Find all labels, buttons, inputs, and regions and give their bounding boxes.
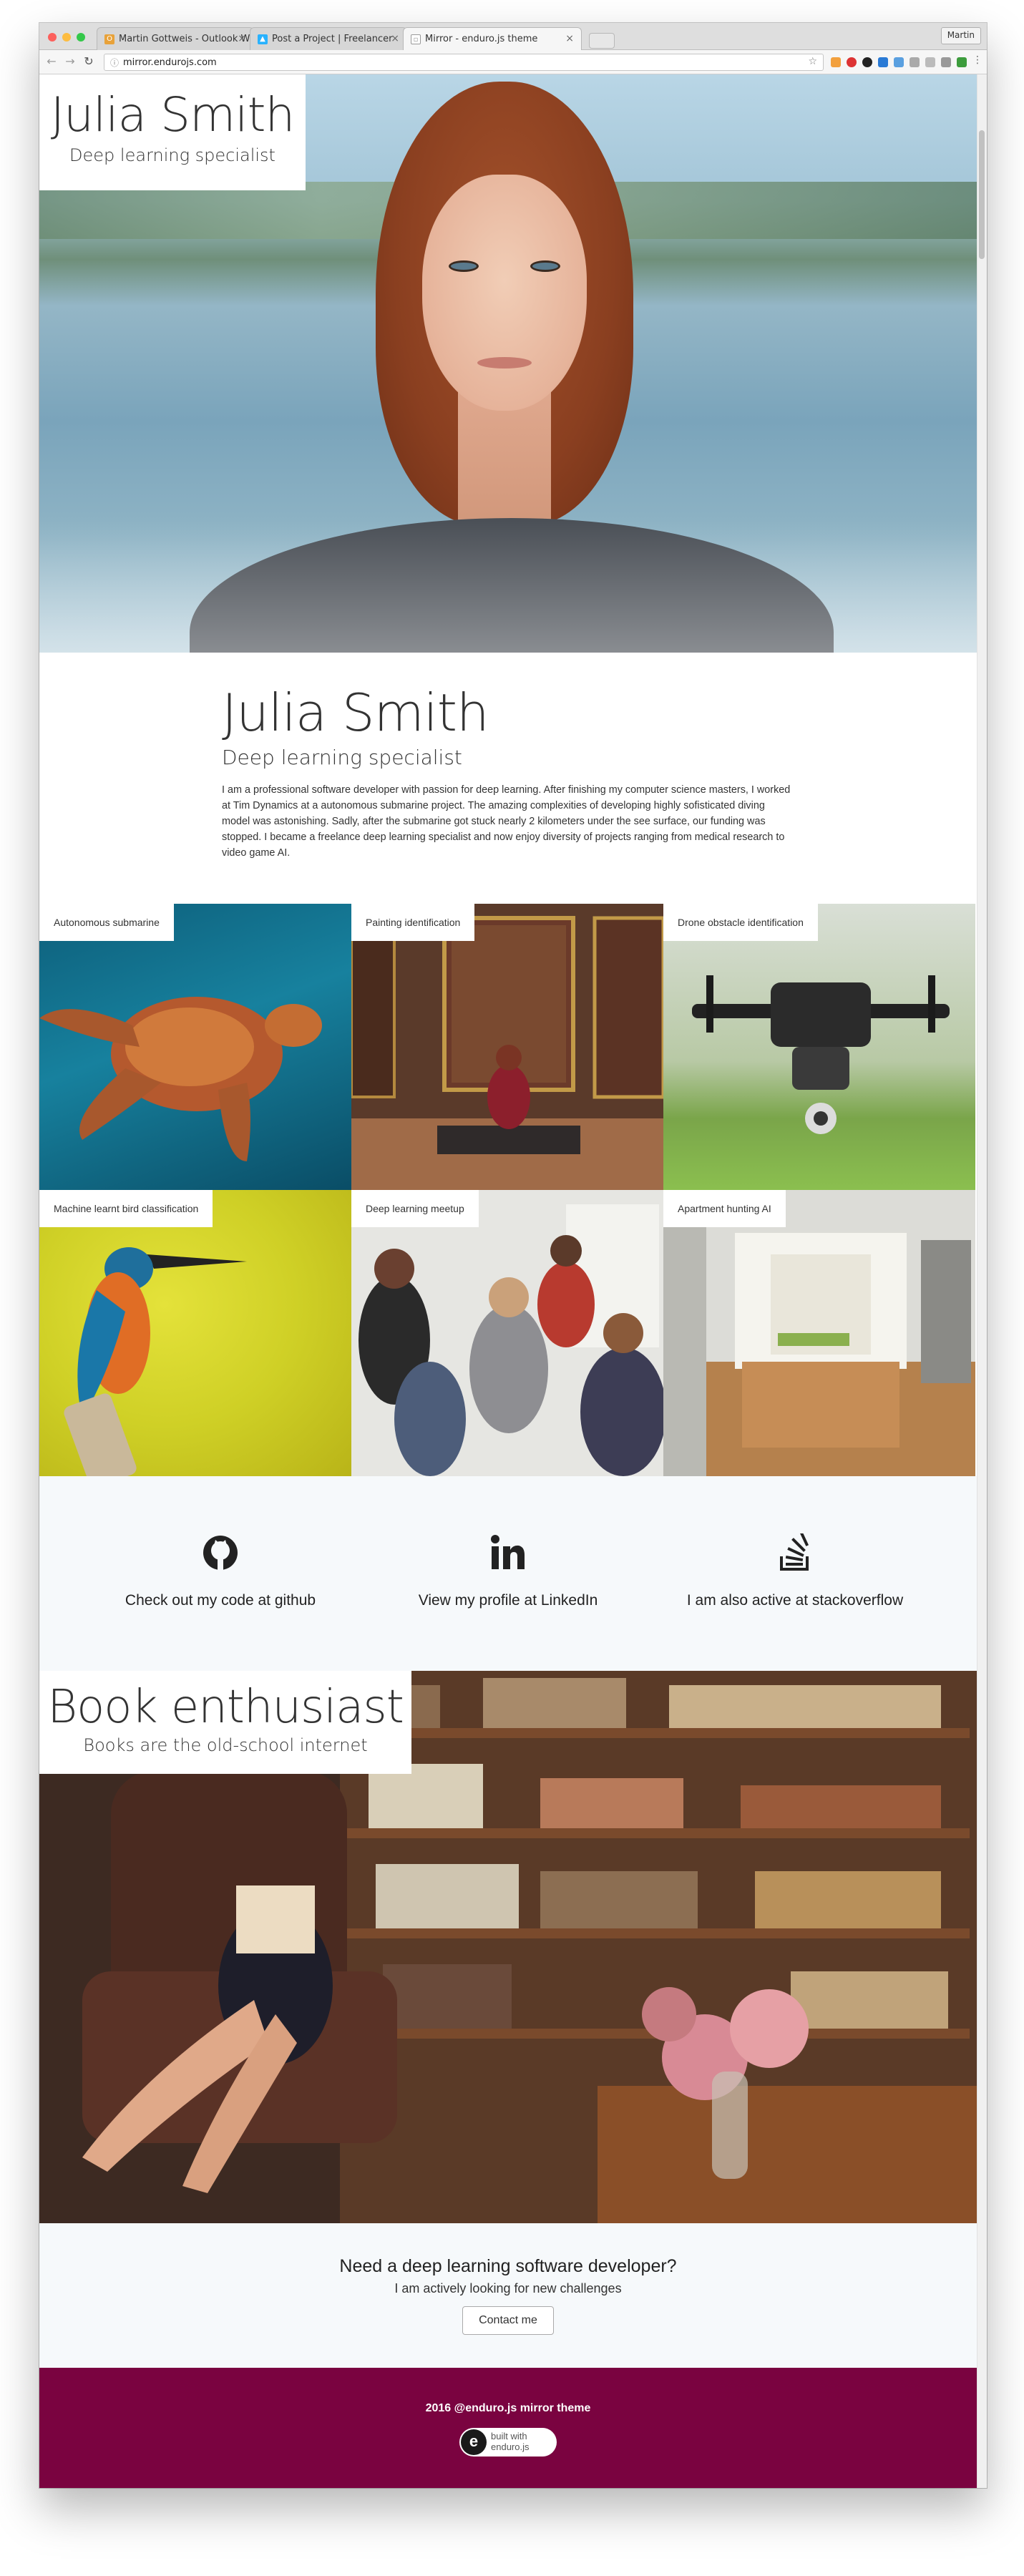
contact-section: Need a deep learning software developer?… <box>39 2223 977 2368</box>
tile-label: Apartment hunting AI <box>663 1190 786 1227</box>
footer-text: 2016 @enduro.js mirror theme <box>425 2402 591 2414</box>
cta-subtitle: I am actively looking for new challenges <box>394 2281 622 2296</box>
badge-text: built with enduro.js <box>491 2431 529 2452</box>
tile-label: Painting identification <box>351 904 475 941</box>
built-with-badge[interactable]: e built with enduro.js <box>459 2428 557 2457</box>
linkedin-link-text: View my profile at LinkedIn <box>418 1592 598 1609</box>
books-subtitle: Books are the old-school internet <box>83 1735 368 1755</box>
gallery-tile-apartment[interactable]: Apartment hunting AI <box>663 1190 975 1476</box>
tile-label: Deep learning meetup <box>351 1190 479 1227</box>
linkedin-icon <box>491 1535 525 1569</box>
minimize-window-button[interactable] <box>62 33 71 42</box>
books-title: Book enthusiast <box>47 1681 404 1734</box>
kingfisher-image <box>64 1247 247 1476</box>
gallery-tile-bird[interactable]: Machine learnt bird classification <box>39 1190 351 1476</box>
portrait-eye <box>530 260 560 272</box>
enduro-logo-icon: e <box>461 2429 487 2455</box>
freelancer-icon: ▲ <box>258 34 268 44</box>
intro-subtitle: Deep learning specialist <box>222 746 462 769</box>
turtle-image <box>39 997 322 1161</box>
extension-icon[interactable] <box>831 57 841 67</box>
extension-icon[interactable] <box>941 57 951 67</box>
portrait-face <box>422 175 587 411</box>
badge-line-2: enduro.js <box>491 2441 530 2452</box>
footer: 2016 @enduro.js mirror theme e built wit… <box>39 2368 977 2488</box>
hero-section: Julia Smith Deep learning specialist <box>39 74 977 653</box>
page-icon: ▫ <box>411 34 421 44</box>
drone-image <box>692 975 950 1134</box>
portrait-eye <box>449 260 479 272</box>
hero-label: Julia Smith Deep learning specialist <box>39 74 306 190</box>
stackoverflow-link[interactable]: I am also active at stackoverflow <box>639 1533 951 1609</box>
tile-label: Drone obstacle identification <box>663 904 818 941</box>
intro-name: Julia Smith <box>222 683 489 743</box>
books-section: Book enthusiast Books are the old-school… <box>39 1671 977 2223</box>
hero-subtitle: Deep learning specialist <box>69 145 275 165</box>
tab-freelancer[interactable]: ▲ Post a Project | Freelancer × <box>250 27 407 50</box>
profile-button[interactable]: Martin <box>940 27 981 44</box>
back-icon[interactable]: ← <box>44 54 59 68</box>
gallery-tile-meetup[interactable]: Deep learning meetup <box>351 1190 663 1476</box>
close-icon[interactable]: × <box>565 33 574 44</box>
address-bar[interactable]: ⓘ mirror.endurojs.com ☆ <box>104 54 824 71</box>
tab-bar: O Martin Gottweis - Outlook We × ▲ Post … <box>39 23 987 50</box>
github-link-text: Check out my code at github <box>125 1592 316 1609</box>
scrollbar-thumb[interactable] <box>979 130 985 259</box>
page-content: Julia Smith Deep learning specialist Jul… <box>39 74 977 2488</box>
tile-label: Autonomous submarine <box>39 904 174 941</box>
meetup-image <box>351 1190 663 1476</box>
bookmark-star-icon[interactable]: ☆ <box>808 56 817 67</box>
outlook-icon: O <box>104 34 114 44</box>
badge-line-1: built with <box>491 2431 527 2441</box>
reload-icon[interactable]: ↻ <box>81 54 97 68</box>
hero-name: Julia Smith <box>50 87 296 142</box>
gallery-tile-drone[interactable]: Drone obstacle identification <box>663 904 975 1190</box>
intro-body: I am a professional software developer w… <box>222 784 791 859</box>
intro-section: Julia Smith Deep learning specialist I a… <box>222 654 794 897</box>
social-links: Check out my code at github View my prof… <box>39 1476 977 1671</box>
extension-icon[interactable] <box>894 57 904 67</box>
apartment-image <box>663 1190 975 1476</box>
new-tab-button[interactable] <box>589 33 615 49</box>
tab-mirror[interactable]: ▫ Mirror - enduro.js theme × <box>403 27 582 50</box>
extension-icon[interactable] <box>878 57 888 67</box>
close-icon[interactable]: × <box>238 33 246 44</box>
stackoverflow-icon <box>780 1533 809 1571</box>
tab-outlook[interactable]: O Martin Gottweis - Outlook We × <box>97 27 254 50</box>
linkedin-link[interactable]: View my profile at LinkedIn <box>352 1533 664 1609</box>
tab-label: Martin Gottweis - Outlook We <box>119 34 254 44</box>
browser-toolbar: ← → ↻ ⓘ mirror.endurojs.com ☆ ⋮ <box>39 50 987 74</box>
portrait-mouth <box>477 357 532 369</box>
github-link[interactable]: Check out my code at github <box>64 1533 376 1609</box>
museum-image <box>351 904 663 1190</box>
contact-button[interactable]: Contact me <box>462 2306 554 2335</box>
extension-icon[interactable] <box>862 57 872 67</box>
url-text: mirror.endurojs.com <box>123 57 217 68</box>
books-label: Book enthusiast Books are the old-school… <box>39 1671 411 1774</box>
hero-fade <box>39 518 977 653</box>
browser-window: O Martin Gottweis - Outlook We × ▲ Post … <box>39 23 987 2488</box>
menu-icon[interactable]: ⋮ <box>970 54 985 66</box>
gallery-tile-painting[interactable]: Painting identification <box>351 904 663 1190</box>
extension-icon[interactable] <box>847 57 857 67</box>
scrollbar[interactable] <box>977 74 987 2488</box>
tile-label: Machine learnt bird classification <box>39 1190 213 1227</box>
forward-icon[interactable]: → <box>62 54 78 68</box>
tab-label: Mirror - enduro.js theme <box>425 34 538 44</box>
extension-icon[interactable] <box>957 57 967 67</box>
info-icon[interactable]: ⓘ <box>110 57 119 69</box>
stackoverflow-link-text: I am also active at stackoverflow <box>686 1592 904 1609</box>
extension-icon[interactable] <box>925 57 935 67</box>
close-window-button[interactable] <box>48 33 57 42</box>
cta-title: Need a deep learning software developer? <box>339 2256 677 2276</box>
project-gallery: Autonomous submarine Painting identifica… <box>39 904 977 1476</box>
github-icon <box>203 1536 238 1570</box>
extension-icon[interactable] <box>910 57 920 67</box>
close-icon[interactable]: × <box>391 33 399 44</box>
tab-label: Post a Project | Freelancer <box>272 34 393 44</box>
maximize-window-button[interactable] <box>77 33 85 42</box>
gallery-tile-submarine[interactable]: Autonomous submarine <box>39 904 351 1190</box>
